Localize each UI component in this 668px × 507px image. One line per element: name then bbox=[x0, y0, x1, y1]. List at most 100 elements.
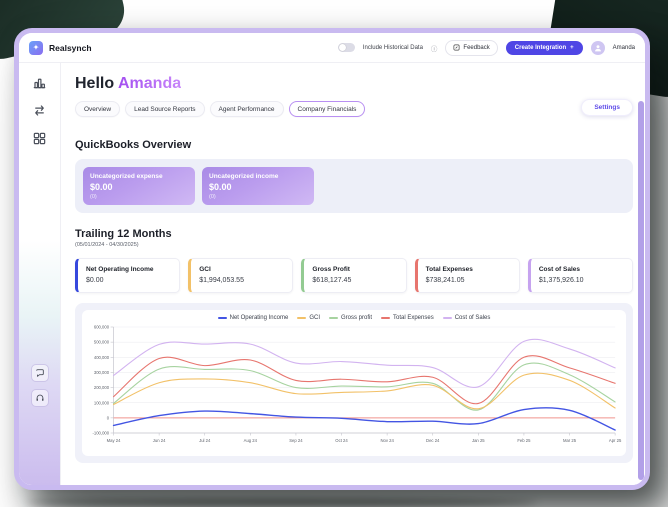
chart-panel: Net Operating Income GCI Gross profit Total… bbox=[75, 303, 633, 463]
legend-marker bbox=[443, 317, 452, 320]
card-value: $0.00 bbox=[209, 182, 307, 192]
series-line-gross-profit bbox=[114, 363, 616, 410]
metric-label: Net Operating Income bbox=[86, 266, 171, 273]
svg-text:Aug 24: Aug 24 bbox=[244, 438, 258, 443]
svg-text:100,000: 100,000 bbox=[94, 400, 110, 405]
legend-item-gci[interactable]: GCI bbox=[297, 315, 320, 321]
quickbooks-overview-title: QuickBooks Overview bbox=[75, 139, 633, 151]
svg-text:Jan 25: Jan 25 bbox=[472, 438, 485, 443]
person-icon bbox=[594, 44, 602, 52]
card-label: Uncategorized income bbox=[209, 173, 307, 180]
svg-text:Mar 25: Mar 25 bbox=[563, 438, 577, 443]
tab-lead-source-reports[interactable]: Lead Source Reports bbox=[125, 101, 204, 117]
page-title: Hello Amanda bbox=[75, 75, 633, 93]
chat-icon bbox=[35, 368, 45, 378]
svg-text:600,000: 600,000 bbox=[94, 325, 110, 330]
historical-data-toggle-label: Include Historical Data bbox=[363, 45, 423, 51]
svg-text:400,000: 400,000 bbox=[94, 355, 110, 360]
main-content: Hello Amanda Overview Lead Source Reports… bbox=[61, 63, 645, 485]
chart-card: Net Operating Income GCI Gross profit Total… bbox=[82, 310, 626, 456]
settings-button[interactable]: Settings bbox=[581, 99, 633, 116]
card-label: Uncategorized expense bbox=[90, 173, 188, 180]
legend-item-gross-profit[interactable]: Gross profit bbox=[329, 315, 372, 321]
vertical-scrollbar[interactable] bbox=[638, 101, 644, 480]
feedback-icon bbox=[453, 44, 460, 51]
metric-label: Cost of Sales bbox=[539, 266, 624, 273]
legend-label: GCI bbox=[309, 315, 320, 321]
svg-text:500,000: 500,000 bbox=[94, 340, 110, 345]
svg-text:Sep 24: Sep 24 bbox=[289, 438, 303, 443]
toggle-knob bbox=[339, 44, 346, 51]
info-icon[interactable]: ⓘ bbox=[431, 43, 438, 53]
historical-data-toggle[interactable] bbox=[338, 43, 355, 52]
legend-marker bbox=[329, 317, 338, 320]
legend-label: Cost of Sales bbox=[455, 315, 491, 321]
card-value: $0.00 bbox=[90, 182, 188, 192]
svg-text:-100,000: -100,000 bbox=[92, 431, 109, 436]
headset-support-button[interactable] bbox=[31, 389, 49, 407]
user-greeting-name: Amanda bbox=[118, 75, 181, 92]
chart-legend: Net Operating Income GCI Gross profit Total… bbox=[86, 315, 622, 321]
legend-label: Gross profit bbox=[341, 315, 372, 321]
svg-text:Dec 24: Dec 24 bbox=[426, 438, 440, 443]
user-avatar[interactable] bbox=[591, 41, 605, 55]
legend-label: Net Operating Income bbox=[230, 315, 289, 321]
metric-label: Gross Profit bbox=[312, 266, 397, 273]
metric-value: $0.00 bbox=[86, 277, 171, 284]
svg-text:Jun 24: Jun 24 bbox=[153, 438, 166, 443]
metric-value: $618,127.45 bbox=[312, 277, 397, 284]
trailing-12-months-title: Trailing 12 Months bbox=[75, 228, 633, 240]
legend-marker bbox=[218, 317, 227, 320]
metric-value: $1,994,053.55 bbox=[199, 277, 284, 284]
svg-text:Feb 25: Feb 25 bbox=[517, 438, 531, 443]
sidebar bbox=[19, 63, 61, 485]
card-count: (0) bbox=[209, 194, 307, 200]
quickbooks-card-uncategorized-income: Uncategorized income $0.00 (0) bbox=[202, 167, 314, 205]
metric-card-gci: GCI $1,994,053.55 bbox=[188, 258, 293, 293]
metric-value: $738,241.05 bbox=[426, 277, 511, 284]
svg-text:200,000: 200,000 bbox=[94, 385, 110, 390]
metric-card-net-operating-income: Net Operating Income $0.00 bbox=[75, 258, 180, 293]
tab-company-financials[interactable]: Company Financials bbox=[289, 101, 366, 117]
trend-chart: -100,000 0 100,000 200,000 300,000 400,000 500… bbox=[86, 323, 622, 453]
quickbooks-panel: Uncategorized expense$0.00(0)Uncategoriz… bbox=[75, 159, 633, 213]
metric-card-gross-profit: Gross Profit $618,127.45 bbox=[301, 258, 406, 293]
chart-icon[interactable] bbox=[32, 75, 47, 90]
chat-support-button[interactable] bbox=[31, 364, 49, 382]
series-line-gci bbox=[114, 373, 616, 409]
swap-arrows-icon[interactable] bbox=[32, 103, 47, 118]
legend-marker bbox=[381, 317, 390, 320]
metric-label: GCI bbox=[199, 266, 284, 273]
legend-item-net-operating-income[interactable]: Net Operating Income bbox=[218, 315, 289, 321]
feedback-label: Feedback bbox=[463, 45, 489, 51]
svg-text:Apr 25: Apr 25 bbox=[609, 438, 622, 443]
card-count: (0) bbox=[90, 194, 188, 200]
realsynch-logo-icon: ✦ bbox=[29, 41, 43, 55]
tab-overview[interactable]: Overview bbox=[75, 101, 120, 117]
plus-icon: + bbox=[570, 45, 574, 51]
quickbooks-card-uncategorized-expense: Uncategorized expense $0.00 (0) bbox=[83, 167, 195, 205]
svg-text:Oct 24: Oct 24 bbox=[335, 438, 348, 443]
legend-item-cost-of-sales[interactable]: Cost of Sales bbox=[443, 315, 491, 321]
metric-card-cost-of-sales: Cost of Sales $1,375,926.10 bbox=[528, 258, 633, 293]
metric-label: Total Expenses bbox=[426, 266, 511, 273]
feedback-button[interactable]: Feedback bbox=[445, 40, 497, 56]
legend-marker bbox=[297, 317, 306, 320]
legend-label: Total Expenses bbox=[393, 315, 434, 321]
series-line-net-operating-income bbox=[114, 408, 616, 430]
tabs-row: Overview Lead Source Reports Agent Perform… bbox=[75, 101, 633, 117]
metrics-row: Net Operating Income $0.00 GCI $1,994,053.5… bbox=[75, 258, 633, 293]
svg-text:300,000: 300,000 bbox=[94, 370, 110, 375]
app-window: ✦ Realsynch Include Historical Data ⓘ Fe… bbox=[14, 28, 650, 490]
tab-agent-performance[interactable]: Agent Performance bbox=[210, 101, 284, 117]
svg-text:Nov 24: Nov 24 bbox=[380, 438, 394, 443]
metric-value: $1,375,926.10 bbox=[539, 277, 624, 284]
svg-text:Jul 24: Jul 24 bbox=[199, 438, 211, 443]
headset-icon bbox=[35, 393, 45, 403]
user-name: Amanda bbox=[613, 45, 635, 51]
svg-text:0: 0 bbox=[107, 415, 110, 420]
metric-card-total-expenses: Total Expenses $738,241.05 bbox=[415, 258, 520, 293]
grid-icon[interactable] bbox=[32, 131, 47, 146]
legend-item-total-expenses[interactable]: Total Expenses bbox=[381, 315, 434, 321]
create-integration-button[interactable]: Create Integration + bbox=[506, 41, 583, 55]
